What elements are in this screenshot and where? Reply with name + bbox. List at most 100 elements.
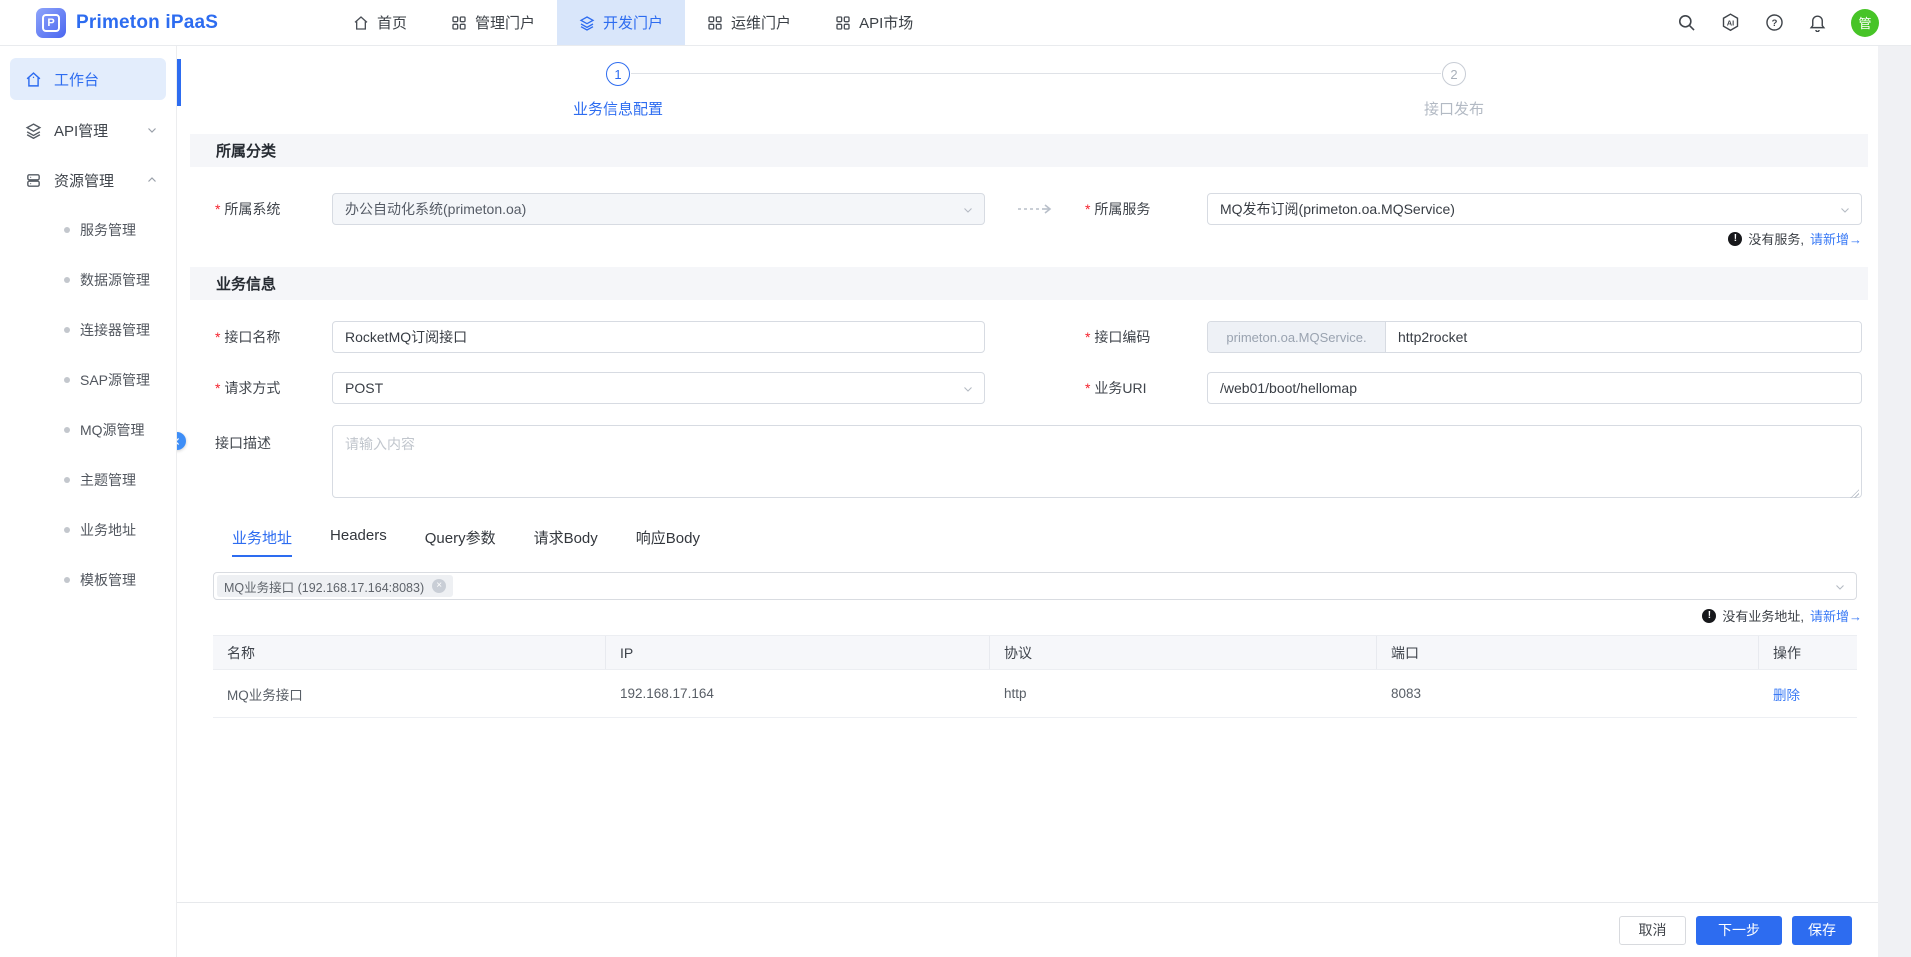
nav-item-label: 开发门户 [603,12,663,33]
sidebar-item-workbench[interactable]: 工作台 [10,58,166,100]
sidebar-item-api-mgmt[interactable]: API管理 [0,105,176,155]
svg-text:?: ? [1772,18,1778,29]
sidebar-item-label: 工作台 [54,69,99,90]
sidebar-subitem-label: 业务地址 [80,520,136,540]
nav-item-ops-portal[interactable]: 运维门户 [685,0,813,45]
tag-close-icon[interactable]: × [432,579,446,593]
business-address-select[interactable]: MQ业务接口 (192.168.17.164:8083) × [213,572,1857,600]
sidebar-item-resource-mgmt[interactable]: 资源管理 [0,155,176,205]
chevron-down-icon [1834,581,1846,593]
business-row-1: 接口名称 接口编码 primeton.oa.MQService. [177,321,1878,353]
api-name-input[interactable] [332,321,985,353]
step-connector-line [631,73,1441,74]
chevron-down-icon [962,383,974,395]
database-icon [25,172,42,189]
section-title-classification: 所属分类 [190,134,1868,167]
bullet-icon [64,227,70,233]
step-1-circle: 1 [606,62,630,86]
col-header-port: 端口 [1377,636,1759,669]
method-select-value: POST [345,380,383,396]
grid-icon [451,15,467,31]
classification-row: 所属系统 办公自动化系统(primeton.oa) 所属服务 MQ发布订阅(pr… [177,193,1878,225]
save-button[interactable]: 保存 [1792,916,1852,945]
tab-response-body[interactable]: 响应Body [636,527,700,557]
brand-logo-letter: P [42,14,60,32]
step-2-label: 接口发布 [1362,98,1546,119]
sidebar-item-mq-source-mgmt[interactable]: MQ源管理 [0,405,176,455]
info-icon: ! [1728,232,1742,246]
avatar[interactable]: 管 [1851,9,1879,37]
field-label-api-name: 接口名称 [215,327,332,347]
sidebar-subitem-label: 连接器管理 [80,320,150,340]
api-code-input[interactable] [1386,322,1861,352]
bullet-icon [64,527,70,533]
svg-text:AI: AI [1727,19,1734,28]
no-address-hint: ! 没有业务地址, 请新增→ [177,606,1862,625]
cell-protocol: http [990,686,1377,701]
sidebar-subitem-label: 服务管理 [80,220,136,240]
ai-assistant-icon[interactable]: AI [1720,12,1741,33]
api-description-textarea[interactable] [332,425,1862,498]
next-step-button[interactable]: 下一步 [1696,916,1782,945]
api-code-prefix: primeton.oa.MQService. [1208,322,1386,352]
sidebar: 工作台 API管理 资源管理 服务管理 数据源管理 连接器管理 SAP源管理 M… [0,46,177,957]
sidebar-item-datasource-mgmt[interactable]: 数据源管理 [0,255,176,305]
business-uri-input[interactable] [1207,372,1862,404]
col-header-protocol: 协议 [990,636,1377,669]
help-icon[interactable]: ? [1765,13,1784,32]
layers-icon [25,122,42,139]
nav-item-api-market[interactable]: API市场 [813,0,935,45]
tab-headers[interactable]: Headers [330,527,387,557]
sidebar-item-label: 资源管理 [54,170,114,191]
nav-item-home[interactable]: 首页 [331,0,429,45]
layers-icon [579,15,595,31]
step-2-circle: 2 [1442,62,1466,86]
bullet-icon [64,577,70,583]
nav-item-dev-portal[interactable]: 开发门户 [557,0,685,45]
system-select[interactable]: 办公自动化系统(primeton.oa) [332,193,985,225]
sidebar-subitem-label: 模板管理 [80,570,136,590]
col-header-ip: IP [606,636,990,669]
bullet-icon [64,477,70,483]
service-select[interactable]: MQ发布订阅(primeton.oa.MQService) [1207,193,1862,225]
brand-name: Primeton iPaaS [76,12,218,34]
section-title-business-info: 业务信息 [190,267,1868,300]
chevron-down-icon [146,124,158,136]
col-header-name: 名称 [213,636,606,669]
sidebar-item-connector-mgmt[interactable]: 连接器管理 [0,305,176,355]
mapping-arrow-icon [985,203,1085,215]
home-icon [353,15,369,31]
hint-text: 没有业务地址, [1722,606,1804,625]
address-tag-label: MQ业务接口 (192.168.17.164:8083) [224,577,424,596]
grid-icon [835,15,851,31]
add-service-link[interactable]: 请新增→ [1810,229,1862,248]
cell-port: 8083 [1377,686,1759,701]
tab-query-params[interactable]: Query参数 [425,527,496,557]
resize-grip-icon[interactable] [1850,489,1859,498]
bullet-icon [64,327,70,333]
nav-item-label: 首页 [377,12,407,33]
api-code-group: primeton.oa.MQService. [1207,321,1862,353]
notifications-bell-icon[interactable] [1808,13,1827,32]
nav-item-admin-portal[interactable]: 管理门户 [429,0,557,45]
brand[interactable]: P Primeton iPaaS [36,8,286,38]
field-label-uri: 业务URI [1085,378,1207,398]
sidebar-item-service-mgmt[interactable]: 服务管理 [0,205,176,255]
chevron-down-icon [962,204,974,216]
main-content: 1 业务信息配置 2 接口发布 所属分类 所属系统 办公自动化系统(primet… [177,46,1878,957]
sidebar-item-business-address[interactable]: 业务地址 [0,505,176,555]
sidebar-subitem-label: MQ源管理 [80,420,145,440]
chevron-left-icon [177,437,182,446]
tab-business-address[interactable]: 业务地址 [232,527,292,557]
bullet-icon [64,427,70,433]
system-select-value: 办公自动化系统(primeton.oa) [345,199,526,219]
add-address-link[interactable]: 请新增→ [1810,606,1862,625]
sidebar-item-sap-source-mgmt[interactable]: SAP源管理 [0,355,176,405]
cancel-button[interactable]: 取消 [1619,916,1686,945]
sidebar-item-topic-mgmt[interactable]: 主题管理 [0,455,176,505]
tab-request-body[interactable]: 请求Body [534,527,598,557]
sidebar-item-template-mgmt[interactable]: 模板管理 [0,555,176,605]
delete-row-link[interactable]: 删除 [1773,688,1800,703]
search-icon[interactable] [1677,13,1696,32]
method-select[interactable]: POST [332,372,985,404]
